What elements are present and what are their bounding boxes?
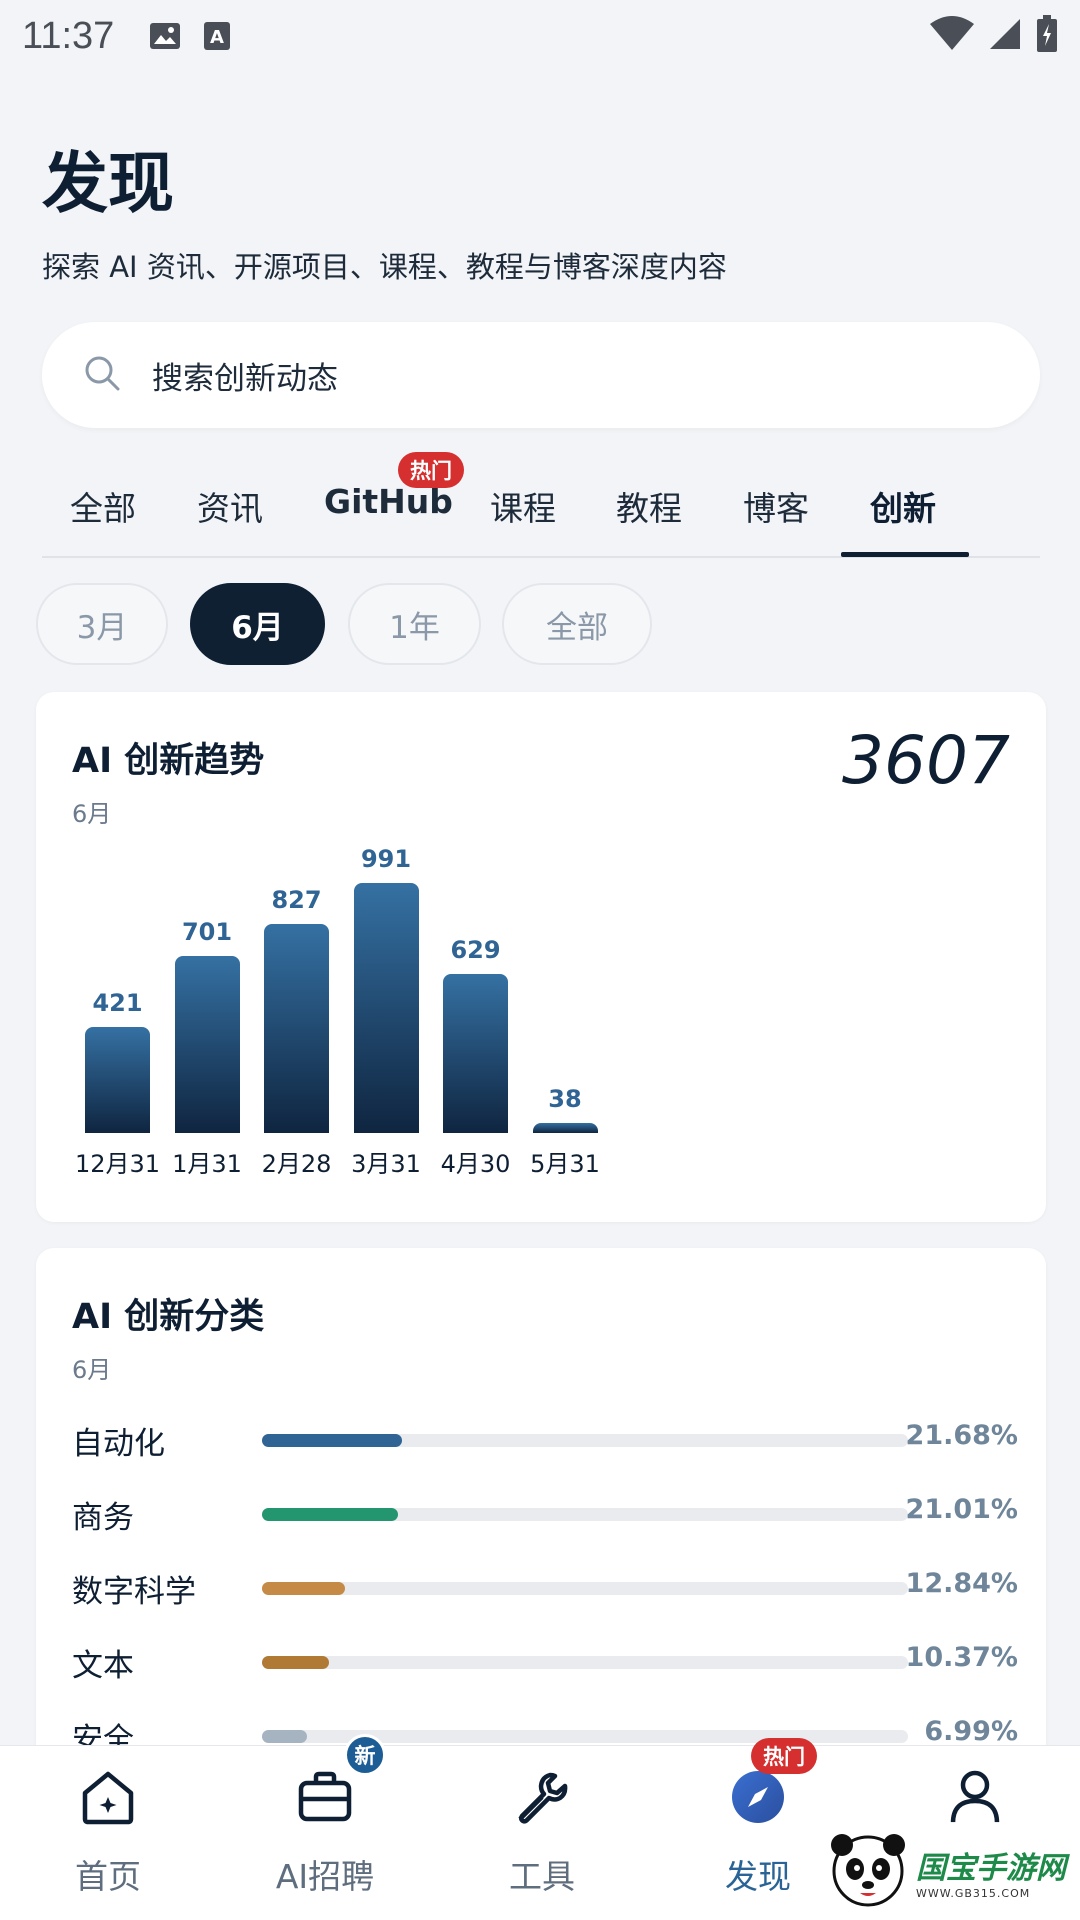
chart-bar [85, 1026, 150, 1133]
chart-category-label: 5月31 [530, 1150, 600, 1178]
category-name: 自动化 [72, 1426, 165, 1462]
category-card-period: 6月 [72, 1356, 112, 1384]
chart-bar-value: 701 [181, 918, 233, 947]
nav-tools-label: 工具 [509, 1857, 575, 1896]
chart-bar [264, 924, 329, 1133]
watermark-url: WWW.GB315.COM [916, 1886, 1031, 1900]
chart-bar-value: 827 [271, 886, 322, 915]
category-bar-track [262, 1656, 908, 1669]
category-bar-fill [262, 1434, 403, 1447]
chart-bar [443, 974, 508, 1133]
hot-badge: 热门 [398, 452, 464, 488]
tab-blog[interactable]: 博客 [743, 482, 809, 530]
panda-logo [826, 1827, 910, 1915]
chart-bar-value: 421 [92, 988, 143, 1017]
chart-category-label: 12月31 [74, 1150, 161, 1178]
tab-news[interactable]: 资讯 [197, 482, 263, 530]
chart-bar-value: 629 [450, 936, 501, 965]
nav-hot-badge: 热门 [751, 1738, 817, 1774]
category-name: 文本 [72, 1648, 134, 1684]
period-chip-6m[interactable]: 6月 [190, 583, 325, 665]
chart-bar-value: 991 [360, 845, 412, 873]
category-bar-track [262, 1434, 908, 1447]
category-row: 自动化 21.68% [72, 1418, 1018, 1462]
chart-category-label: 1月31 [172, 1150, 242, 1178]
tab-tutorials[interactable]: 教程 [616, 482, 682, 530]
search-icon [82, 353, 122, 397]
period-chip-1y[interactable]: 1年 [348, 583, 481, 665]
wifi-icon [930, 16, 974, 56]
trend-card-period: 6月 [72, 800, 112, 828]
category-row: 商务 21.01% [72, 1492, 1018, 1536]
chart-category-label: 2月28 [261, 1150, 332, 1178]
active-tab-indicator [841, 552, 969, 557]
nav-discover[interactable]: 发现 [673, 1766, 843, 1898]
nav-tools[interactable]: 工具 [457, 1766, 627, 1898]
signal-icon [988, 17, 1022, 55]
home-icon [77, 1766, 139, 1828]
chart-bar [353, 883, 419, 1133]
nav-ai-jobs[interactable]: AI招聘 [240, 1766, 410, 1898]
site-watermark: 国宝手游网 WWW.GB315.COM [826, 1822, 1080, 1920]
tab-courses[interactable]: 课程 [490, 482, 556, 530]
nav-ai-jobs-label: AI招聘 [275, 1857, 375, 1896]
chart-bar [174, 956, 240, 1133]
gallery-icon [148, 19, 182, 53]
category-bar-track [262, 1508, 908, 1521]
search-input[interactable]: 搜索创新动态 [152, 353, 338, 398]
category-bar-fill [262, 1508, 398, 1521]
period-chip-all[interactable]: 全部 [502, 583, 652, 665]
text-a-icon: A [200, 19, 234, 53]
category-card-title: AI 创新分类 [72, 1297, 265, 1337]
category-name: 商务 [72, 1500, 134, 1536]
page-title: 发现 [42, 145, 174, 222]
nav-profile[interactable] [890, 1766, 1060, 1828]
category-row: 数字科学 12.84% [72, 1566, 1018, 1610]
category-tabs: 全部 资讯 GitHub 热门 课程 教程 博客 创新 [42, 452, 1040, 558]
battery-icon [1036, 15, 1058, 57]
watermark-text: 国宝手游网 [916, 1850, 1066, 1886]
category-row: 文本 10.37% [72, 1640, 1018, 1684]
chart-bar [532, 1123, 598, 1133]
user-icon [944, 1766, 1006, 1828]
status-time: 11:37 [22, 14, 115, 57]
nav-home-label: 首页 [75, 1857, 141, 1896]
category-bar-fill [262, 1656, 329, 1669]
trend-total: 3607 [842, 722, 1010, 799]
category-percent: 21.68% [905, 1420, 1018, 1451]
tab-innovation[interactable]: 创新 [870, 482, 936, 530]
wrench-icon [511, 1766, 573, 1828]
category-percent: 12.84% [905, 1568, 1018, 1599]
tab-all[interactable]: 全部 [70, 482, 136, 530]
category-name: 数字科学 [72, 1574, 196, 1610]
chart-bar-value: 38 [548, 1085, 582, 1113]
category-card: AI 创新分类 6月 自动化 21.68% 商务 21.01% 数字科学 12.84% 文本… [36, 1248, 1046, 1808]
trend-card-title: AI 创新趋势 [72, 741, 265, 781]
category-bar-fill [262, 1582, 345, 1595]
search-bar[interactable]: 搜索创新动态 [42, 322, 1040, 428]
page-subtitle: 探索 AI 资讯、开源项目、课程、教程与博客深度内容 [42, 250, 727, 284]
compass-icon [727, 1766, 789, 1828]
nav-home[interactable]: 首页 [23, 1766, 193, 1898]
chart-category-label: 3月31 [351, 1150, 421, 1178]
period-chip-3m[interactable]: 3月 [36, 583, 168, 665]
category-percent: 10.37% [905, 1642, 1018, 1673]
nav-discover-label: 发现 [725, 1857, 791, 1896]
svg-text:A: A [210, 27, 224, 48]
category-percent: 21.01% [905, 1494, 1018, 1525]
briefcase-icon [294, 1766, 356, 1828]
category-bar-fill [262, 1730, 308, 1743]
new-badge: 新 [344, 1734, 386, 1776]
category-percent: 6.99% [924, 1716, 1018, 1747]
chart-category-label: 4月30 [440, 1150, 511, 1178]
category-bar-track [262, 1582, 908, 1595]
status-bar: 11:37 A [0, 0, 1080, 72]
